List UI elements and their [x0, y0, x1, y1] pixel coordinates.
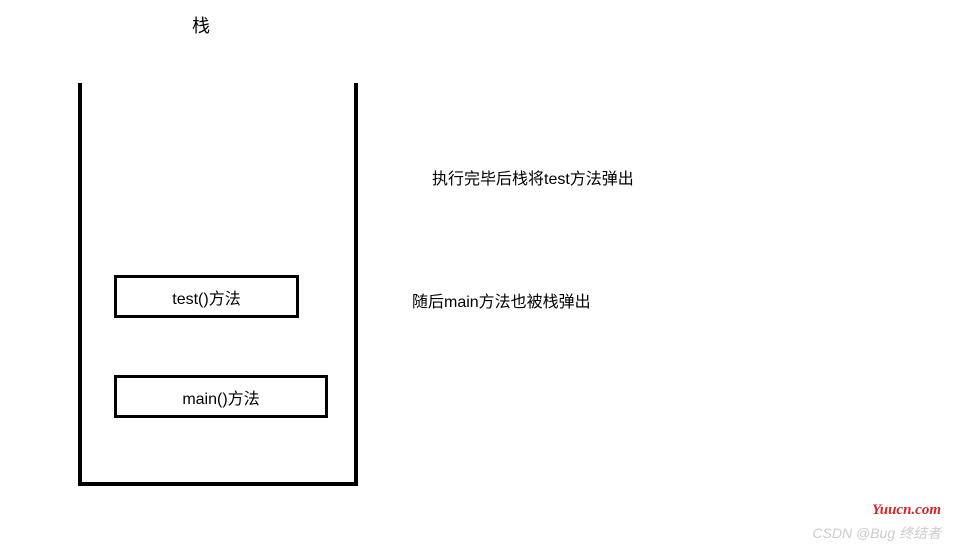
watermark-author: CSDN @Bug 终结者: [812, 523, 941, 543]
annotation-pop-test: 执行完毕后栈将test方法弹出: [432, 165, 634, 189]
annotation-pop-main: 随后main方法也被栈弹出: [412, 288, 591, 312]
stack-frame-test: test()方法: [114, 275, 299, 318]
stack-title: 栈: [192, 12, 210, 38]
frame-label: test()方法: [172, 285, 240, 309]
frame-label: main()方法: [182, 385, 259, 409]
stack-container: test()方法 main()方法: [78, 83, 358, 486]
stack-frame-main: main()方法: [114, 375, 328, 418]
watermark-site: Yuucn.com: [872, 502, 941, 519]
